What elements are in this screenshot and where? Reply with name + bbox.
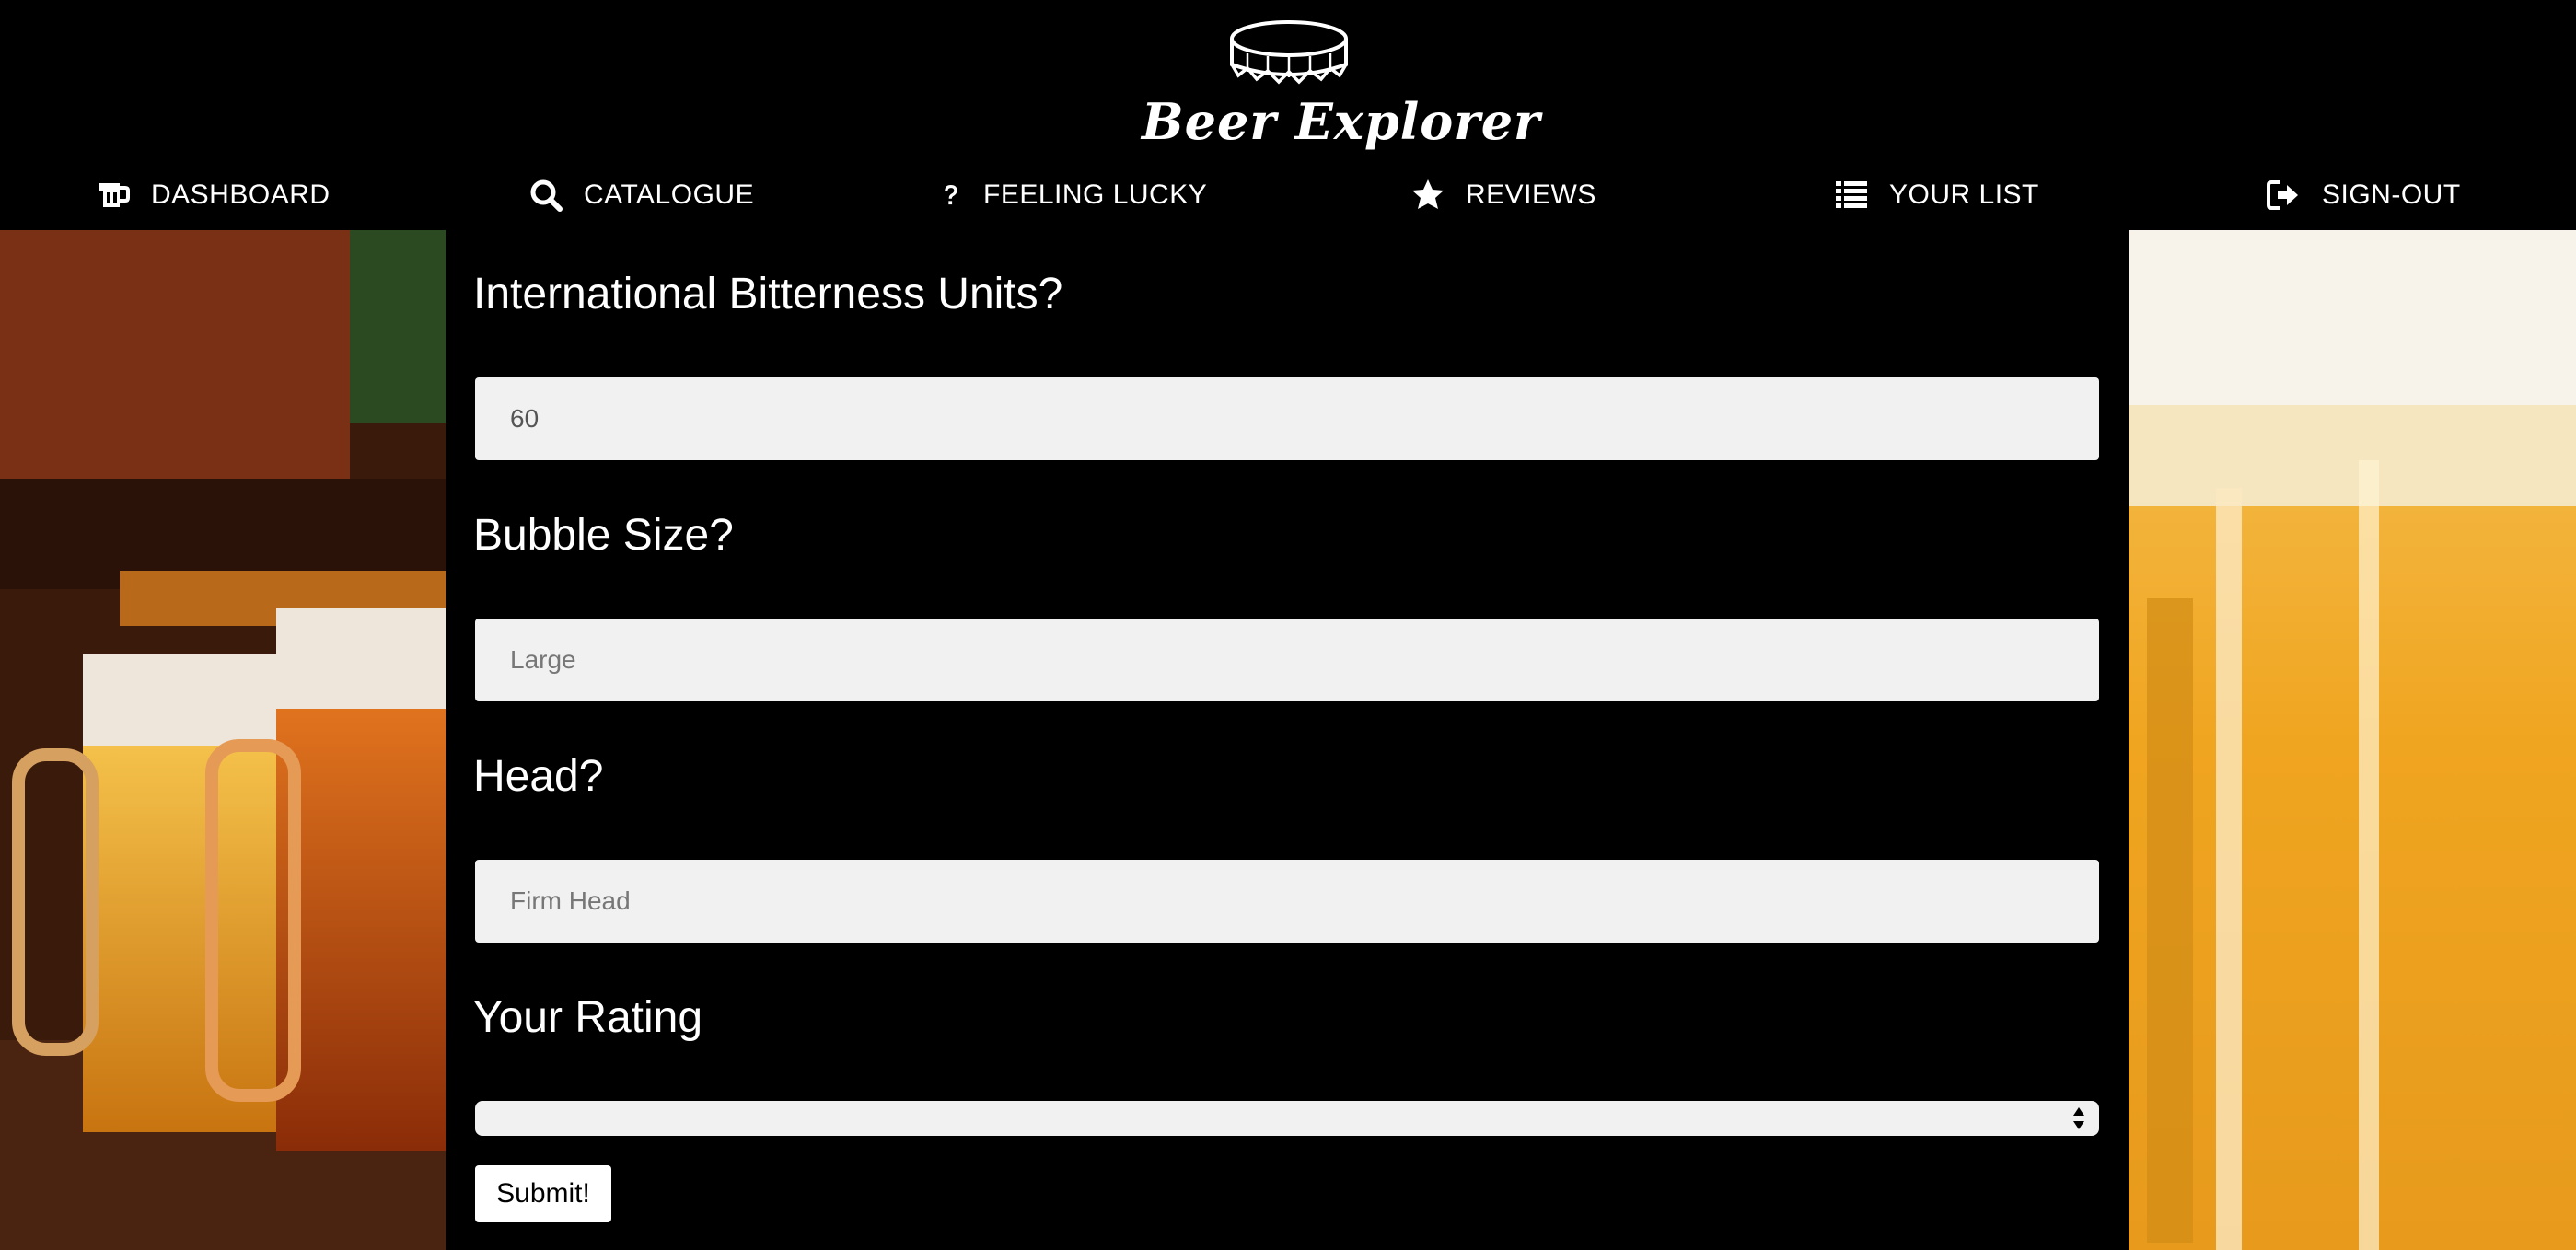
- head-input[interactable]: [475, 860, 2099, 943]
- rating-label: Your Rating: [473, 993, 703, 1042]
- brand-logo[interactable]: Beer Explorer: [1142, 18, 1541, 166]
- nav-item-catalogue[interactable]: CATALOGUE: [528, 168, 754, 223]
- site-header: Beer Explorer DASHBOARD CATALOGUE FEELIN…: [0, 0, 2576, 230]
- search-icon: [530, 179, 563, 212]
- beer-mug-icon: [99, 183, 130, 207]
- nav-item-label: SIGN-OUT: [2322, 179, 2461, 210]
- nav-item-sign-out[interactable]: SIGN-OUT: [2267, 168, 2461, 223]
- page: Beer Explorer DASHBOARD CATALOGUE FEELIN…: [0, 0, 2576, 1250]
- nav-item-feeling-lucky[interactable]: FEELING LUCKY: [943, 168, 1207, 223]
- ibu-label: International Bitterness Units?: [473, 270, 1063, 318]
- rating-select[interactable]: [475, 1101, 2099, 1136]
- head-label: Head?: [473, 752, 604, 801]
- nav-item-dashboard[interactable]: DASHBOARD: [96, 168, 331, 223]
- brand-name: Beer Explorer: [1142, 92, 1541, 151]
- star-icon: [1412, 179, 1444, 209]
- bubble-size-input[interactable]: [475, 619, 2099, 701]
- nav-item-label: REVIEWS: [1466, 179, 1596, 210]
- nav-item-label: CATALOGUE: [584, 179, 755, 210]
- background-image-left: [0, 230, 446, 1250]
- select-arrows-icon: [2073, 1107, 2084, 1129]
- nav-item-label: FEELING LUCKY: [983, 179, 1208, 210]
- question-icon: [945, 184, 957, 205]
- background-image-right: [2129, 230, 2576, 1250]
- ibu-input[interactable]: [475, 377, 2099, 460]
- nav-item-label: YOUR LIST: [1889, 179, 2039, 210]
- review-form: International Bitterness Units? Bubble S…: [446, 230, 2129, 1250]
- list-icon: [1836, 181, 1867, 208]
- bottle-cap-icon: [1230, 20, 1348, 85]
- nav-item-label: DASHBOARD: [151, 179, 331, 210]
- submit-button[interactable]: Submit!: [475, 1165, 611, 1222]
- sign-out-icon: [2267, 180, 2298, 210]
- nav-item-reviews[interactable]: REVIEWS: [1410, 168, 1596, 223]
- nav-item-your-list[interactable]: YOUR LIST: [1834, 168, 2039, 223]
- bubble-size-label: Bubble Size?: [473, 511, 734, 560]
- main-nav: DASHBOARD CATALOGUE FEELING LUCKY REVIEW…: [0, 168, 2576, 223]
